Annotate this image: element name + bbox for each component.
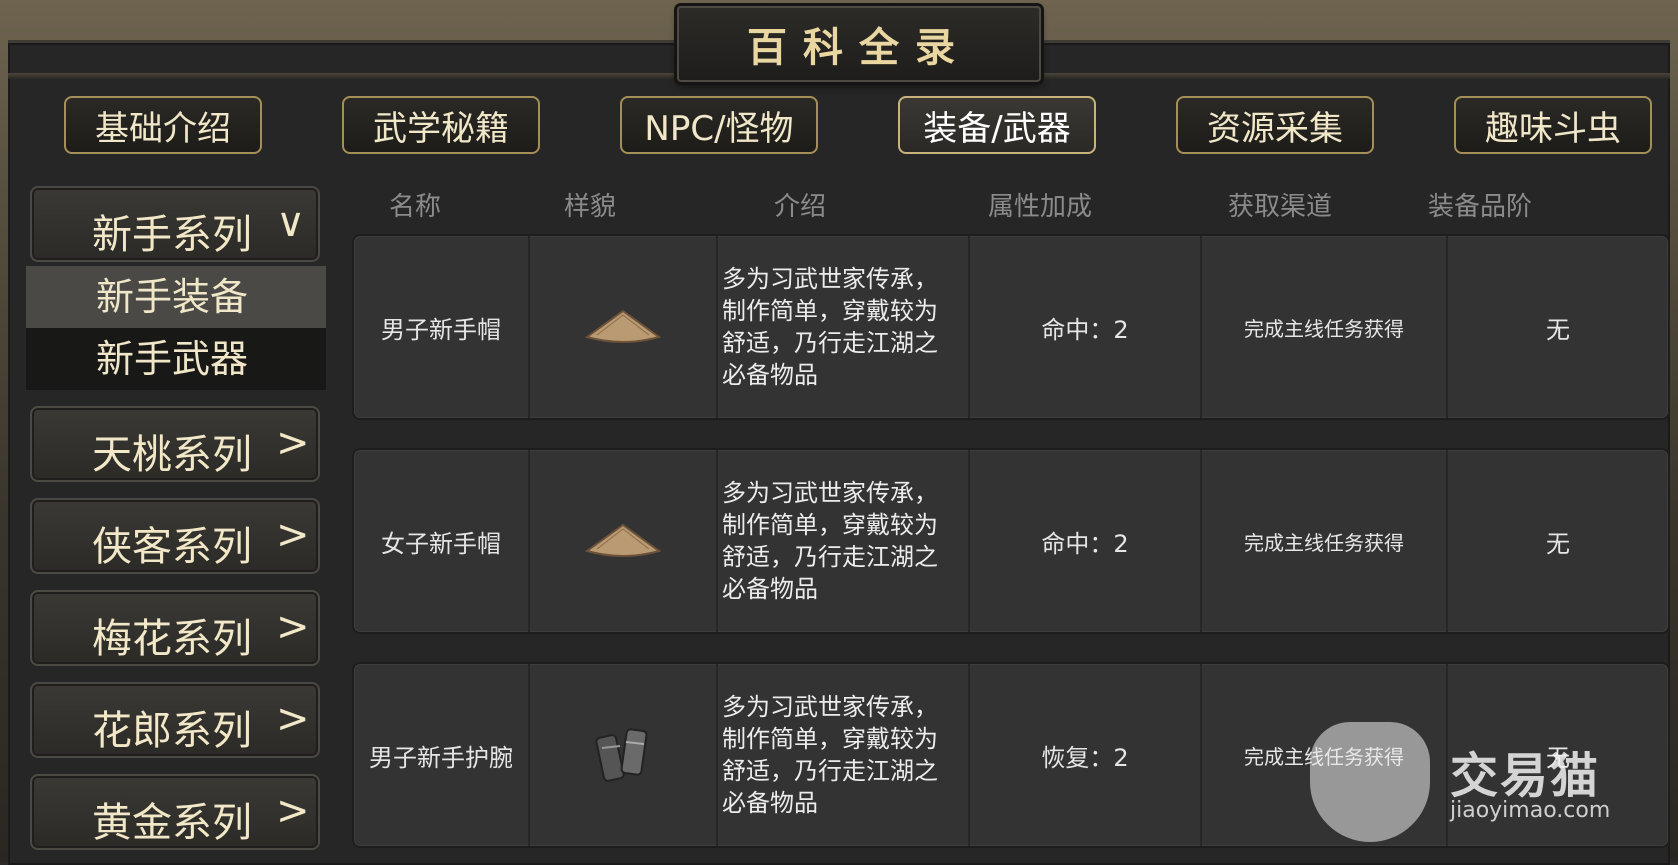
item-name: 男子新手帽	[354, 236, 530, 418]
item-appearance	[530, 664, 718, 846]
table-row[interactable]: 女子新手帽 多为习武世家传承，制作简单，穿戴较为舒适，乃行走江湖之必备物品 命中…	[352, 448, 1670, 634]
subitem-novice-equipment[interactable]: 新手装备	[26, 266, 326, 328]
series-item-huangjin[interactable]: 黄金系列 >	[30, 774, 320, 850]
bracer-icon	[595, 728, 648, 782]
item-description: 多为习武世家传承，制作简单，穿戴较为舒适，乃行走江湖之必备物品	[718, 664, 970, 846]
tab-label: 装备/武器	[923, 108, 1071, 149]
series-item-hualang[interactable]: 花郎系列 >	[30, 682, 320, 758]
item-tier: 无	[1546, 315, 1570, 344]
tab-label: 武学秘籍	[373, 108, 509, 149]
watermark-text: 交易猫	[1450, 748, 1601, 804]
subitem-label: 新手装备	[96, 275, 249, 319]
item-source: 完成主线任务获得	[1202, 236, 1448, 418]
series-label: 梅花系列	[92, 616, 252, 662]
tab-label: NPC/怪物	[644, 108, 794, 149]
series-label: 侠客系列	[92, 524, 252, 570]
chevron-down-icon: ∨	[276, 200, 306, 246]
item-attribute: 命中：2	[970, 236, 1202, 418]
watermark: 交易猫 jiaoyimao.com	[1310, 722, 1660, 842]
cat-logo-icon	[1310, 722, 1430, 842]
column-header-name: 名称	[388, 192, 441, 222]
column-header-source: 获取渠道	[1227, 192, 1332, 222]
tab-resource-gathering[interactable]: 资源采集	[1176, 96, 1374, 154]
subitem-label: 新手武器	[96, 337, 249, 381]
series-sidebar: 新手系列 ∨ 新手装备 新手武器 天桃系列 > 侠客系列 > 梅花系列 > 花郎…	[26, 168, 326, 862]
item-tier: 无	[1546, 529, 1570, 558]
chevron-right-icon: >	[276, 420, 310, 466]
straw-hat-icon	[584, 523, 662, 557]
tab-fun-bug-fighting[interactable]: 趣味斗虫	[1454, 96, 1652, 154]
series-label: 花郎系列	[92, 708, 252, 754]
series-item-novice[interactable]: 新手系列 ∨	[30, 186, 320, 262]
tab-label: 趣味斗虫	[1485, 108, 1621, 149]
watermark-url: jiaoyimao.com	[1450, 798, 1611, 823]
item-name: 男子新手护腕	[354, 664, 530, 846]
chevron-right-icon: >	[276, 696, 310, 742]
tab-npc-monsters[interactable]: NPC/怪物	[620, 96, 818, 154]
column-header-description: 介绍	[773, 192, 826, 222]
item-attribute: 恢复：2	[970, 664, 1202, 846]
tab-label: 基础介绍	[95, 108, 231, 149]
chevron-right-icon: >	[276, 788, 310, 834]
tab-label: 资源采集	[1207, 108, 1343, 149]
item-attribute: 命中：2	[970, 450, 1202, 632]
tab-martial-manuals[interactable]: 武学秘籍	[342, 96, 540, 154]
chevron-right-icon: >	[276, 512, 310, 558]
subitem-novice-weapons[interactable]: 新手武器	[26, 328, 326, 390]
series-label: 黄金系列	[92, 800, 252, 846]
item-description: 多为习武世家传承，制作简单，穿戴较为舒适，乃行走江湖之必备物品	[718, 450, 970, 632]
series-item-meihua[interactable]: 梅花系列 >	[30, 590, 320, 666]
table-row[interactable]: 男子新手帽 多为习武世家传承，制作简单，穿戴较为舒适，乃行走江湖之必备物品 命中…	[352, 234, 1670, 420]
column-header-attribute: 属性加成	[987, 192, 1092, 222]
straw-hat-icon	[584, 309, 662, 343]
tab-equipment-weapons[interactable]: 装备/武器	[898, 96, 1096, 154]
series-item-xiake[interactable]: 侠客系列 >	[30, 498, 320, 574]
series-item-tiantao[interactable]: 天桃系列 >	[30, 406, 320, 482]
series-label: 新手系列	[92, 212, 252, 258]
page-title: 百科全录	[747, 24, 971, 71]
item-appearance	[530, 450, 718, 632]
item-name: 女子新手帽	[354, 450, 530, 632]
category-tabs: 基础介绍 武学秘籍 NPC/怪物 装备/武器 资源采集 趣味斗虫	[60, 96, 1660, 158]
item-source: 完成主线任务获得	[1202, 450, 1448, 632]
item-description: 多为习武世家传承，制作简单，穿戴较为舒适，乃行走江湖之必备物品	[718, 236, 970, 418]
tab-basic-intro[interactable]: 基础介绍	[64, 96, 262, 154]
title-plate: 百科全录	[677, 6, 1041, 82]
chevron-right-icon: >	[276, 604, 310, 650]
column-header-tier: 装备品阶	[1427, 192, 1532, 222]
series-label: 天桃系列	[92, 432, 252, 478]
item-appearance	[530, 236, 718, 418]
column-header-appearance: 样貌	[563, 192, 616, 222]
